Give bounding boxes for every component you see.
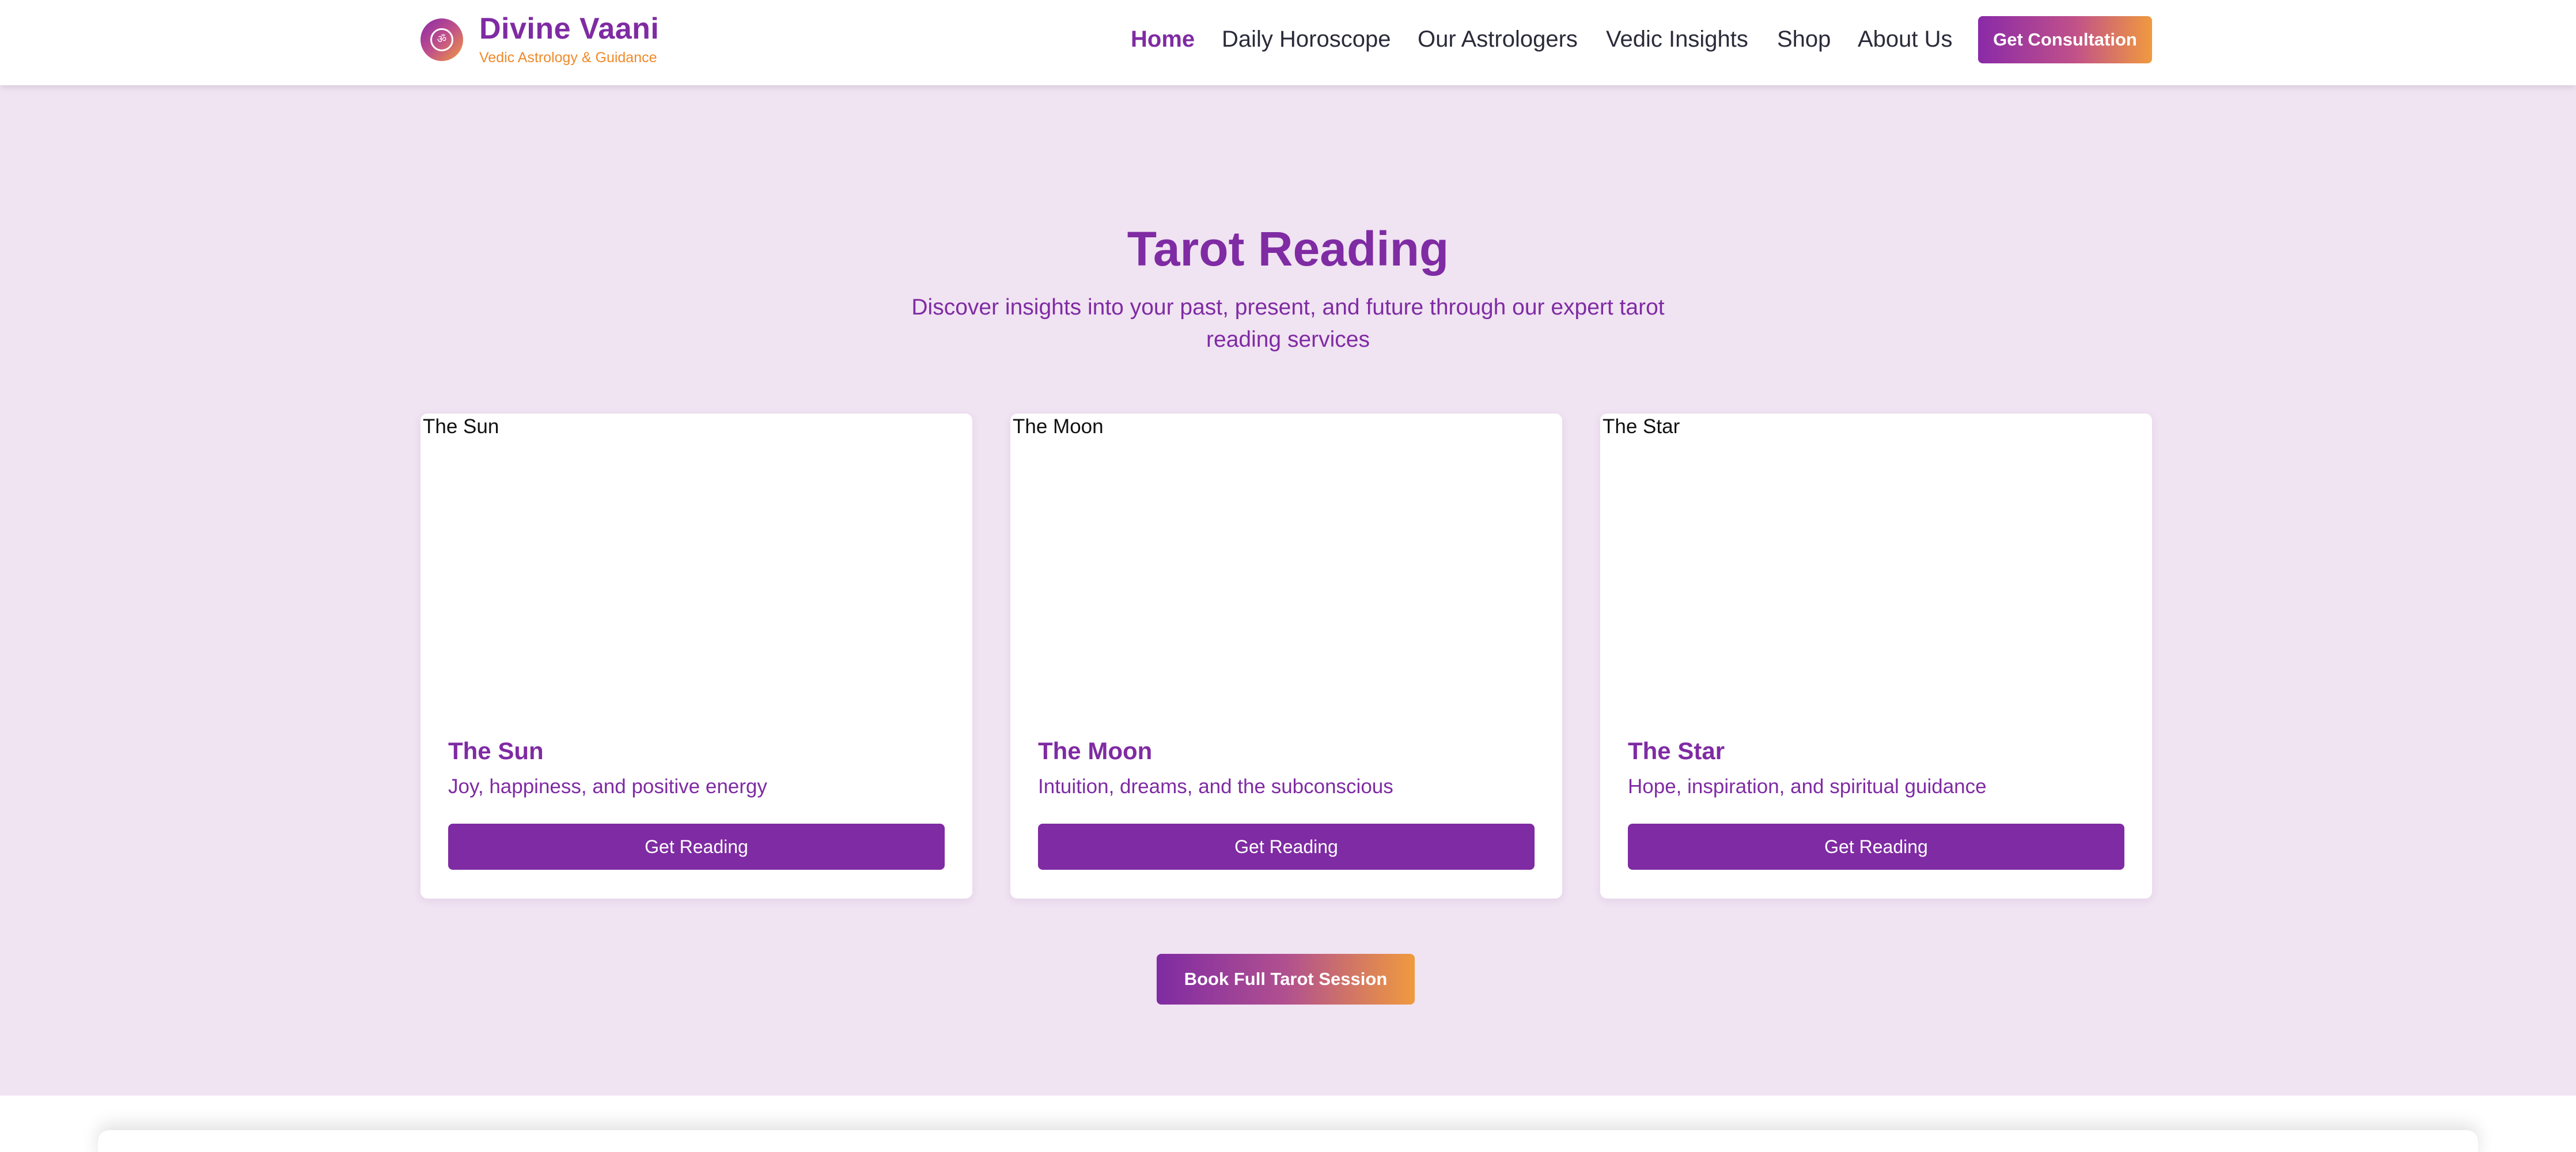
section-title: Tarot Reading [1127,222,1449,276]
logo[interactable]: ॐ [421,18,463,61]
tarot-card-star: The Star The Star Hope, inspiration, and… [1600,414,2152,899]
om-icon: ॐ [430,28,453,51]
tarot-card-image: The Star [1600,414,2152,690]
image-alt-text: The Moon [1013,415,1104,438]
next-section-edge [98,1130,2478,1152]
image-alt-text: The Sun [423,415,499,438]
tarot-card-image: The Sun [421,414,972,690]
section-subtitle: Discover insights into your past, presen… [911,295,1665,352]
get-reading-button[interactable]: Get Reading [448,824,945,870]
nav-about-us[interactable]: About Us [1858,26,1953,52]
card-description: Joy, happiness, and positive energy [448,775,767,798]
get-reading-button[interactable]: Get Reading [1038,824,1535,870]
card-title: The Sun [448,737,544,764]
card-title: The Moon [1038,737,1153,764]
card-title: The Star [1628,737,1725,764]
nav-vedic-insights[interactable]: Vedic Insights [1606,26,1748,52]
nav-our-astrologers[interactable]: Our Astrologers [1418,26,1578,52]
tarot-card-sun: The Sun The Sun Joy, happiness, and posi… [421,414,972,899]
get-consultation-button[interactable]: Get Consultation [1978,16,2152,63]
tarot-card-image: The Moon [1010,414,1562,690]
brand-name[interactable]: Divine Vaani [479,12,659,46]
card-description: Intuition, dreams, and the subconscious [1038,775,1393,798]
nav-daily-horoscope[interactable]: Daily Horoscope [1222,26,1391,52]
get-reading-button[interactable]: Get Reading [1628,824,2124,870]
tarot-section: Tarot Reading Discover insights into you… [0,85,2576,1096]
site-header: ॐ Divine Vaani Vedic Astrology & Guidanc… [0,0,2576,85]
nav-home[interactable]: Home [1131,26,1195,52]
nav-shop[interactable]: Shop [1777,26,1831,52]
brand-tagline: Vedic Astrology & Guidance [479,50,657,66]
tarot-card-moon: The Moon The Moon Intuition, dreams, and… [1010,414,1562,899]
image-alt-text: The Star [1603,415,1680,438]
card-description: Hope, inspiration, and spiritual guidanc… [1628,775,1987,798]
book-full-tarot-session-button[interactable]: Book Full Tarot Session [1157,954,1415,1005]
